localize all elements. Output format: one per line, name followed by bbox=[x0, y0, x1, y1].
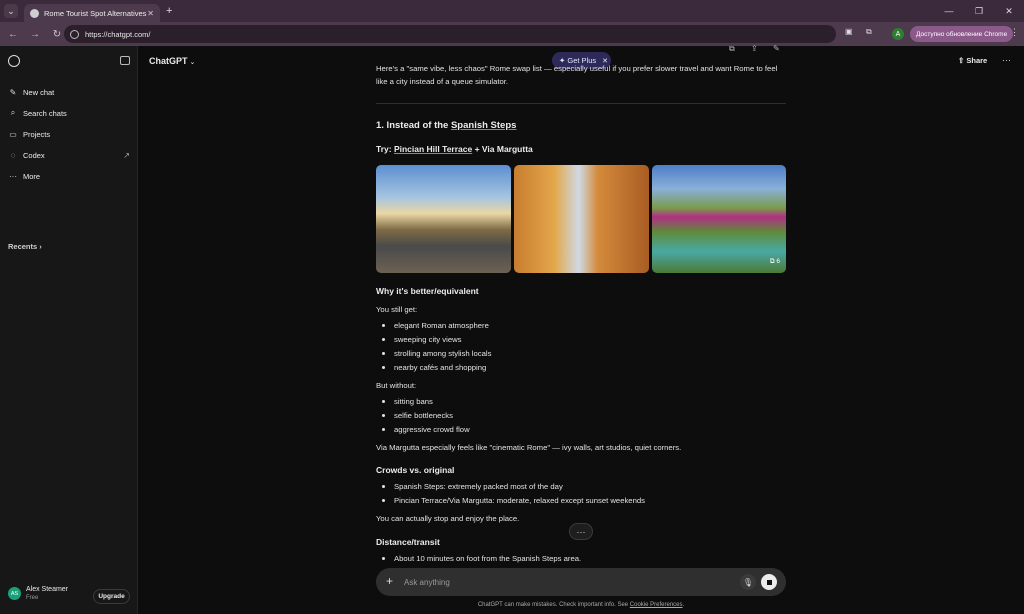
back-icon[interactable]: ← bbox=[4, 29, 22, 40]
minimize-icon[interactable]: — bbox=[934, 0, 964, 22]
list-item: About 10 minutes on foot from the Spanis… bbox=[381, 554, 582, 563]
compose-icon: ✎ bbox=[9, 87, 17, 97]
sidebar-item-new-chat[interactable]: ✎ New chat bbox=[8, 84, 132, 100]
message-input[interactable] bbox=[404, 575, 724, 589]
user-menu[interactable]: AS Alex Steamer Free bbox=[8, 586, 68, 601]
url-text: https://chatgpt.com/ bbox=[85, 29, 151, 39]
external-link-icon: ↗ bbox=[123, 150, 130, 160]
crowds-note: You can actually stop and enjoy the plac… bbox=[376, 514, 520, 523]
user-plan: Free bbox=[26, 595, 39, 601]
section-heading: 1. Instead of the Spanish Steps bbox=[376, 120, 517, 131]
you-still-get: You still get: bbox=[376, 305, 418, 314]
but-without: But without: bbox=[376, 381, 417, 390]
new-tab-icon[interactable]: + bbox=[166, 5, 172, 17]
browser-tab[interactable]: Rome Tourist Spot Alternatives ✕ bbox=[24, 4, 160, 22]
list-item: Spanish Steps: extremely packed most of … bbox=[382, 482, 563, 491]
codex-icon: ◌ bbox=[10, 150, 16, 160]
intro-paragraph: Here's a "same vibe, less chaos" Rome sw… bbox=[376, 64, 778, 86]
scroll-more-button[interactable]: ··· bbox=[569, 523, 593, 540]
edit-icon[interactable]: ✎ bbox=[773, 44, 780, 53]
image-count-badge: ⧉ 6 bbox=[769, 258, 780, 265]
sidebar-item-search-chats[interactable]: ⌕ Search chats bbox=[8, 105, 132, 121]
stop-button[interactable] bbox=[761, 574, 777, 590]
chevron-down-icon: ⌄ bbox=[189, 59, 196, 66]
distance-heading: Distance/transit bbox=[376, 537, 440, 547]
crowds-heading: Crowds vs. original bbox=[376, 465, 455, 475]
cookie-preferences-link[interactable]: Cookie Preferences bbox=[630, 602, 683, 608]
tab-search-icon[interactable]: ⌄ bbox=[4, 4, 18, 18]
url-field[interactable]: https://chatgpt.com/ bbox=[64, 25, 836, 43]
stop-icon bbox=[766, 579, 772, 585]
try-heading: Try: Pincian Hill Terrace + Via Margutta bbox=[376, 144, 533, 154]
list-item: sitting bans bbox=[382, 397, 433, 406]
why-heading: Why it's better/equivalent bbox=[376, 286, 479, 296]
recents-header[interactable]: Recents › bbox=[8, 242, 42, 251]
list-item: Pincian Terrace/Via Margutta: moderate, … bbox=[382, 496, 645, 505]
forward-icon[interactable]: → bbox=[26, 29, 44, 40]
close-tab-icon[interactable]: ✕ bbox=[147, 9, 154, 18]
list-item: elegant Roman atmosphere bbox=[382, 321, 489, 330]
list-item: selfie bottlenecks bbox=[382, 411, 453, 420]
user-name: Alex Steamer bbox=[26, 586, 69, 593]
browser-tab-bar: ⌄ Rome Tourist Spot Alternatives ✕ + — ❐… bbox=[0, 0, 1024, 22]
window-controls: — ❐ ✕ bbox=[934, 0, 1024, 22]
chrome-update-button[interactable]: Доступно обновление Chrome bbox=[910, 26, 1014, 42]
share-button[interactable]: ⇧ Share bbox=[958, 56, 987, 65]
image-pincian-terrace[interactable] bbox=[376, 165, 511, 273]
list-item: strolling among stylish locals bbox=[381, 349, 492, 358]
upload-icon[interactable]: ⇪ bbox=[751, 44, 758, 53]
plus-icon[interactable]: + bbox=[386, 574, 393, 588]
site-info-icon[interactable] bbox=[70, 29, 79, 39]
extension-icon[interactable]: ▣ bbox=[845, 27, 853, 36]
profile-avatar[interactable]: A bbox=[892, 28, 904, 40]
folder-icon: ▭ bbox=[9, 129, 17, 139]
copy-icon[interactable]: ⧉ bbox=[729, 44, 735, 54]
image-villa-borghese[interactable]: ⧉ 6 bbox=[652, 165, 786, 273]
browser-menu-icon[interactable]: ⋮ bbox=[1010, 27, 1019, 38]
openai-logo-icon[interactable] bbox=[8, 55, 20, 67]
sidebar-item-label: New chat bbox=[23, 87, 55, 97]
sidebar: ✎ New chat ⌕ Search chats ▭ Projects ◌ C… bbox=[0, 46, 138, 614]
tab-title: Rome Tourist Spot Alternatives bbox=[44, 8, 147, 18]
sidebar-item-label: Search chats bbox=[23, 108, 67, 118]
disclaimer: ChatGPT can make mistakes. Check importa… bbox=[477, 602, 685, 608]
close-window-icon[interactable]: ✕ bbox=[994, 0, 1024, 22]
pincian-hill-link[interactable]: Pincian Hill Terrace bbox=[394, 144, 472, 154]
sidebar-item-more[interactable]: ··· More bbox=[8, 168, 132, 184]
sidebar-toggle-icon[interactable] bbox=[120, 56, 130, 65]
list-item: sweeping city views bbox=[382, 335, 462, 344]
address-bar-row: ← → ↻ https://chatgpt.com/ ▣ ⧉ A Доступн… bbox=[0, 22, 1024, 46]
maximize-icon[interactable]: ❐ bbox=[964, 0, 994, 22]
sidebar-item-label: More bbox=[23, 171, 41, 181]
composer: + 🎙 bbox=[376, 568, 786, 596]
divider bbox=[376, 103, 786, 104]
list-item: nearby cafés and shopping bbox=[381, 363, 487, 372]
image-via-margutta[interactable] bbox=[514, 165, 649, 273]
more-options-icon[interactable]: ··· bbox=[1002, 55, 1011, 65]
dots-icon: ··· bbox=[9, 171, 17, 181]
sidebar-item-projects[interactable]: ▭ Projects bbox=[8, 126, 132, 142]
list-item: aggressive crowd flow bbox=[382, 425, 470, 434]
sidebar-item-label: Projects bbox=[23, 129, 51, 139]
spanish-steps-link[interactable]: Spanish Steps bbox=[451, 120, 516, 131]
model-selector[interactable]: ChatGPT ⌄ bbox=[149, 56, 195, 66]
puzzle-icon[interactable]: ⧉ bbox=[866, 27, 872, 37]
favicon-icon bbox=[30, 8, 39, 18]
sidebar-item-label: Codex bbox=[23, 150, 45, 160]
sidebar-item-codex[interactable]: ◌ Codex ↗ bbox=[8, 147, 132, 163]
avatar: AS bbox=[8, 587, 21, 600]
microphone-icon[interactable]: 🎙 bbox=[740, 574, 756, 590]
search-icon: ⌕ bbox=[10, 108, 16, 117]
via-margutta-note: Via Margutta especially feels like "cine… bbox=[376, 443, 682, 452]
